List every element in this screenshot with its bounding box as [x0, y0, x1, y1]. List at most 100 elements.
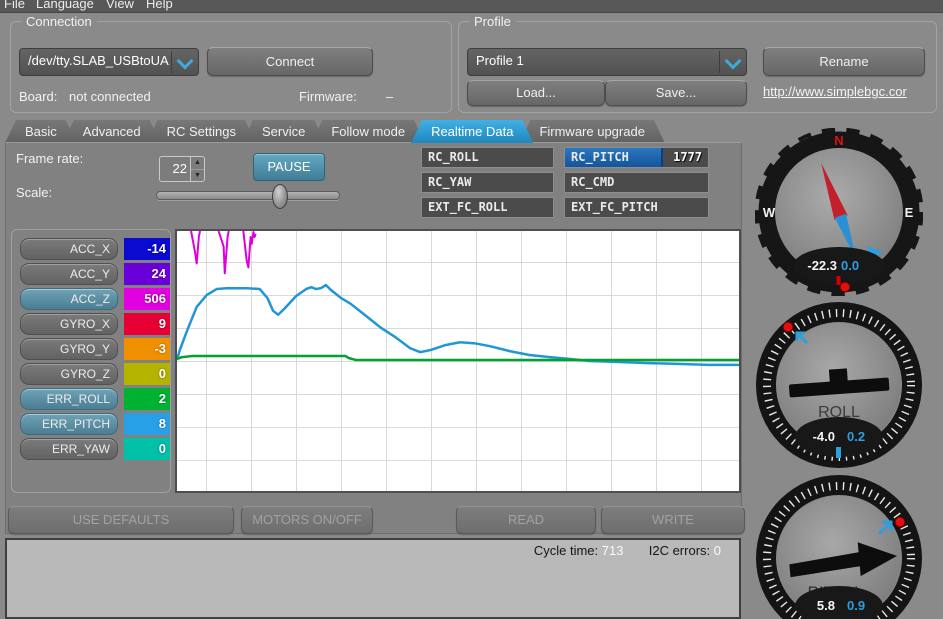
status-panel: Cycle time: 713 I2C errors: 0 — [5, 538, 741, 619]
i2c-errors-label: I2C errors: — [649, 543, 710, 558]
yaw-value: -22.3 — [807, 258, 837, 273]
compass-east-letter: E — [905, 205, 914, 220]
pitch-gauge: PITCH 5.8 0.9 — [755, 474, 923, 619]
rc-yaw-label: RC_YAW — [428, 173, 471, 192]
port-select[interactable]: /dev/tty.SLAB_USBtoUA... — [19, 48, 199, 76]
realtime-panel: Frame rate: 22 ▲ ▼ PAUSE Scale: RC_ROLL … — [5, 142, 742, 534]
ext-fc-pitch-label: EXT_FC_PITCH — [571, 198, 658, 217]
spinner-up-icon[interactable]: ▲ — [191, 157, 204, 170]
menu-view[interactable]: View — [106, 0, 134, 11]
legend-button-err-yaw[interactable]: ERR_YAW — [20, 438, 118, 460]
gauge-column: N W E -22.3 0.0 ROLL — [743, 118, 943, 619]
connect-button[interactable]: Connect — [207, 47, 373, 76]
cycle-time-label: Cycle time: — [534, 543, 598, 558]
yaw-target-value: 0.0 — [841, 258, 859, 273]
legend-value-gyro-y: -3 — [124, 338, 170, 360]
port-select-value: /dev/tty.SLAB_USBtoUA... — [28, 49, 170, 75]
tab-firmware-upgrade[interactable]: Firmware upgrade — [519, 120, 665, 143]
pitch-value: 5.8 — [817, 598, 835, 613]
legend-button-acc-y[interactable]: ACC_Y — [20, 263, 118, 285]
chevron-down-icon — [177, 53, 194, 70]
scale-slider-handle[interactable] — [272, 184, 288, 209]
ext-fc-roll-field: EXT_FC_ROLL — [421, 197, 554, 218]
legend-button-acc-z[interactable]: ACC_Z — [20, 288, 118, 310]
rc-cmd-field: RC_CMD — [564, 172, 709, 193]
scale-label: Scale: — [16, 185, 52, 200]
legend-value-err-yaw: 0 — [124, 438, 170, 460]
chevron-down-icon — [725, 53, 742, 70]
legend-value-err-pitch: 8 — [124, 413, 170, 435]
tab-follow-mode[interactable]: Follow mode — [311, 120, 425, 143]
frame-rate-spinner[interactable]: 22 ▲ ▼ — [159, 156, 205, 182]
board-label: Board: — [19, 89, 57, 104]
write-button[interactable]: WRITE — [601, 506, 745, 534]
motors-onoff-button[interactable]: MOTORS ON/OFF — [241, 506, 373, 534]
red-ball-marker — [783, 322, 793, 332]
frame-rate-label: Frame rate: — [16, 151, 83, 166]
rc-cmd-label: RC_CMD — [571, 173, 614, 192]
pitch-target-value: 0.9 — [847, 598, 865, 613]
legend-value-acc-x: -14 — [124, 238, 170, 260]
legend-button-gyro-x[interactable]: GYRO_X — [20, 313, 118, 335]
series-legend: ACC_X -14 ACC_Y 24 ACC_Z 506 GYRO_X 9 GY… — [11, 229, 171, 493]
roll-gauge: ROLL -4.0 0.2 — [755, 301, 923, 469]
rc-yaw-field: RC_YAW — [421, 172, 554, 193]
i2c-errors-value: 0 — [714, 543, 721, 558]
roll-value: -4.0 — [813, 429, 835, 444]
red-ball-marker — [840, 282, 850, 292]
menu-file[interactable]: File — [4, 0, 25, 11]
menu-bar: File Language View Help — [0, 0, 943, 13]
rc-roll-field: RC_ROLL — [421, 147, 554, 168]
legend-button-gyro-z[interactable]: GYRO_Z — [20, 363, 118, 385]
firmware-value: – — [386, 89, 393, 104]
legend-button-err-roll[interactable]: ERR_ROLL — [20, 388, 118, 410]
south-marker — [837, 276, 841, 285]
pause-button[interactable]: PAUSE — [253, 153, 325, 181]
connection-title: Connection — [21, 14, 97, 29]
simplebgc-window: File Language View Help Connection /dev/… — [0, 0, 943, 619]
simplebgc-link[interactable]: http://www.simplebgc.cor — [763, 84, 933, 99]
tab-advanced[interactable]: Advanced — [63, 120, 161, 143]
status-row: Cycle time: 713 I2C errors: 0 — [534, 543, 721, 558]
legend-value-err-roll: 2 — [124, 388, 170, 410]
compass-west-letter: W — [763, 205, 776, 220]
load-button[interactable]: Load... — [467, 80, 605, 106]
legend-button-gyro-y[interactable]: GYRO_Y — [20, 338, 118, 360]
menu-help[interactable]: Help — [146, 0, 173, 11]
red-ball-marker — [895, 517, 905, 527]
compass-north-letter: N — [834, 133, 843, 148]
tab-service[interactable]: Service — [242, 120, 325, 143]
use-defaults-button[interactable]: USE DEFAULTS — [8, 506, 234, 534]
scale-slider[interactable] — [156, 191, 340, 200]
board-status: not connected — [69, 89, 151, 104]
legend-value-gyro-z: 0 — [124, 363, 170, 385]
save-button[interactable]: Save... — [605, 80, 747, 106]
rc-pitch-field: RC_PITCH 1777 — [564, 147, 709, 168]
chart-plot-area — [177, 231, 739, 491]
tab-rc-settings[interactable]: RC Settings — [147, 120, 256, 143]
realtime-chart — [175, 229, 741, 493]
rc-roll-label: RC_ROLL — [428, 148, 479, 167]
roll-zero-marker — [836, 447, 841, 458]
rc-pitch-label: RC_PITCH — [571, 148, 629, 167]
tab-realtime-data[interactable]: Realtime Data — [411, 120, 533, 143]
spinner-down-icon[interactable]: ▼ — [191, 170, 204, 182]
legend-value-gyro-x: 9 — [124, 313, 170, 335]
profile-title: Profile — [469, 14, 516, 29]
ext-fc-pitch-field: EXT_FC_PITCH — [564, 197, 709, 218]
legend-button-err-pitch[interactable]: ERR_PITCH — [20, 413, 118, 435]
profile-select-value: Profile 1 — [476, 49, 718, 75]
rc-pitch-value: 1777 — [673, 148, 702, 167]
yaw-compass-gauge: N W E -22.3 0.0 — [755, 128, 923, 296]
profile-groupbox: Profile Profile 1 Rename Load... Save...… — [458, 21, 937, 113]
rename-button[interactable]: Rename — [763, 47, 925, 76]
menu-language[interactable]: Language — [36, 0, 94, 11]
legend-button-acc-x[interactable]: ACC_X — [20, 238, 118, 260]
profile-select[interactable]: Profile 1 — [467, 48, 747, 76]
cycle-time-value: 713 — [602, 543, 624, 558]
read-button[interactable]: READ — [456, 506, 596, 534]
roll-target-value: 0.2 — [847, 429, 865, 444]
legend-value-acc-y: 24 — [124, 263, 170, 285]
frame-rate-value: 22 — [160, 157, 187, 181]
connection-groupbox: Connection /dev/tty.SLAB_USBtoUA... Conn… — [10, 21, 452, 113]
